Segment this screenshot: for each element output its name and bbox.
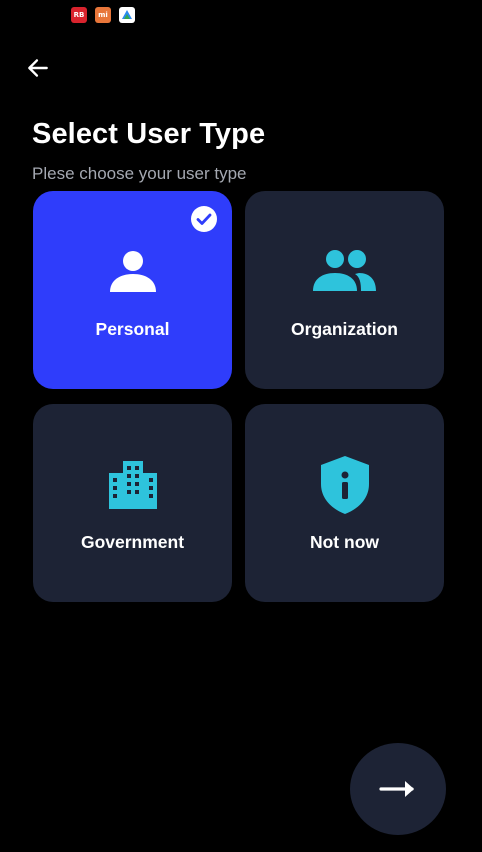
user-type-label: Personal <box>95 319 170 339</box>
mi-app-icon: mi <box>95 7 111 23</box>
arrow-right-icon <box>379 781 414 797</box>
drive-app-icon <box>119 7 135 23</box>
user-type-label: Government <box>80 532 185 552</box>
user-type-personal-card[interactable]: Personal <box>33 191 232 389</box>
building-icon <box>107 458 159 510</box>
arrow-left-icon <box>28 59 48 77</box>
page-title: Select User Type <box>32 118 266 150</box>
shield-info-icon <box>319 454 371 516</box>
next-button[interactable] <box>350 743 446 835</box>
user-type-not-now-card[interactable]: Not now <box>245 404 444 602</box>
back-button[interactable] <box>24 54 52 82</box>
user-type-organization-card[interactable]: Organization <box>245 191 444 389</box>
status-bar: RB mi <box>71 7 135 23</box>
user-type-label: Organization <box>291 319 398 339</box>
check-circle-icon <box>191 206 217 232</box>
page-subtitle: Plese choose your user type <box>32 164 247 183</box>
user-type-government-card[interactable]: Government <box>33 404 232 602</box>
user-type-label: Not now <box>309 532 379 552</box>
group-icon <box>312 245 377 297</box>
person-icon <box>107 245 159 297</box>
red-app-icon: RB <box>71 7 87 23</box>
